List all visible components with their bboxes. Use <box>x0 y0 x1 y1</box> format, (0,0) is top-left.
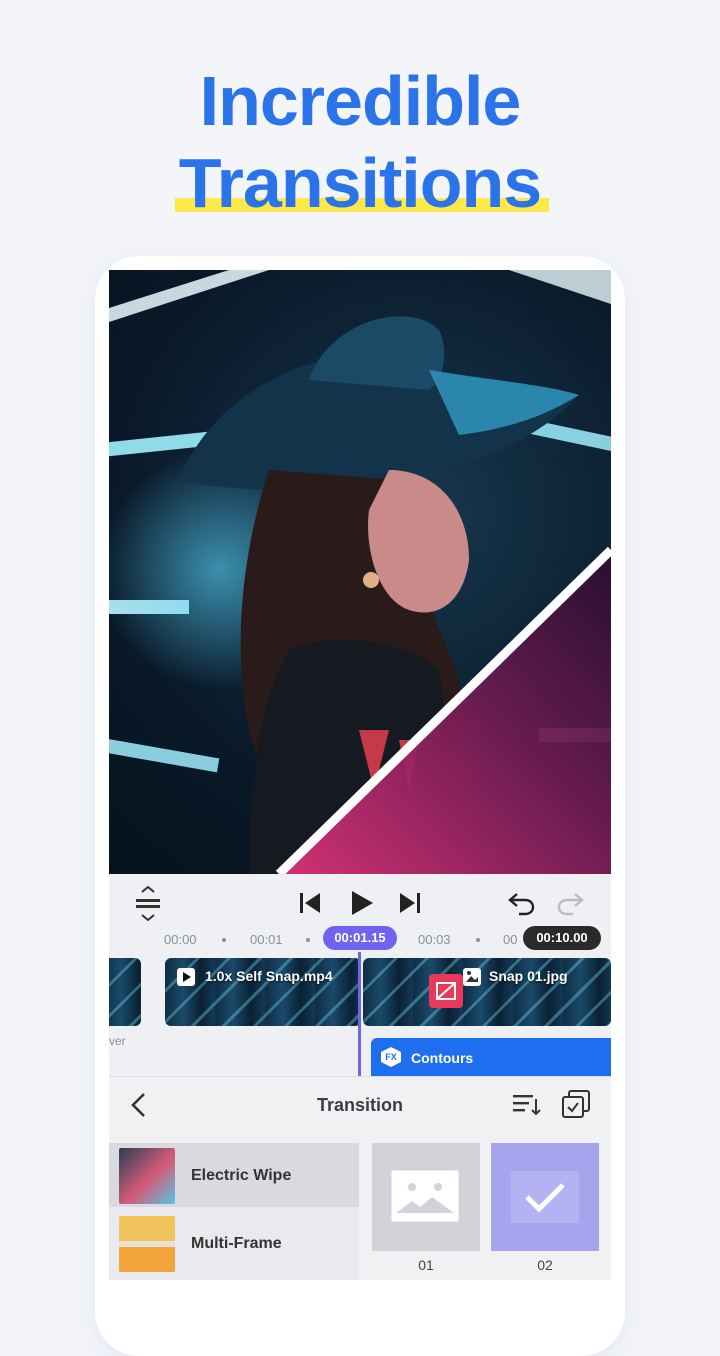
tick-label: 00:01 <box>250 932 283 947</box>
list-item-multi-frame[interactable]: Multi-Frame <box>109 1211 359 1275</box>
fx-badge-icon: FX <box>381 1047 401 1067</box>
transition-list: Electric Wipe Multi-Frame <box>109 1143 359 1280</box>
fx-track-contours[interactable]: FX Contours <box>371 1038 611 1076</box>
play-icon[interactable] <box>345 886 379 920</box>
redo-icon[interactable] <box>555 888 587 918</box>
headline-line2-wrap: Transitions <box>174 142 550 224</box>
track-label: ver <box>109 1034 126 1048</box>
total-time-badge: 00:10.00 <box>523 926 601 950</box>
list-item-electric-wipe[interactable]: Electric Wipe <box>109 1143 359 1207</box>
tick-label: 00:03 <box>418 932 451 947</box>
preview-artwork <box>109 270 611 874</box>
playhead[interactable] <box>358 952 361 1076</box>
app-screen: 00:00 00:01 00:01.15 00:03 00 00:10.00 1… <box>109 270 611 1280</box>
transition-panel: Transition Electric Wipe Multi-Frame 01 … <box>109 1076 611 1280</box>
clip-self-snap[interactable]: 1.0x Self Snap.mp4 <box>165 958 361 1026</box>
clip-snap-01[interactable]: Snap 01.jpg <box>363 958 611 1026</box>
list-item-label: Electric Wipe <box>191 1167 292 1184</box>
tick-label: 00:00 <box>164 932 197 947</box>
tick-dot <box>476 938 480 942</box>
video-preview[interactable] <box>109 270 611 874</box>
split-icon[interactable] <box>133 886 163 922</box>
multi-frame-thumbnail <box>119 1216 175 1272</box>
playback-controls <box>109 874 611 934</box>
apply-all-icon[interactable] <box>561 1089 593 1121</box>
option-caption: 01 <box>418 1257 434 1273</box>
clip-label: 1.0x Self Snap.mp4 <box>205 968 333 984</box>
transition-marker-icon[interactable] <box>429 974 463 1008</box>
clip-previous[interactable] <box>109 958 141 1026</box>
undo-icon[interactable] <box>505 888 537 918</box>
transition-option-01[interactable] <box>372 1143 480 1251</box>
tick-label: 00 <box>503 932 518 947</box>
headline-line1: Incredible <box>199 62 522 140</box>
headline-line2: Transitions <box>178 144 542 222</box>
fx-label: Contours <box>411 1050 474 1066</box>
video-clip-icon <box>177 968 195 986</box>
current-time-badge: 00:01.15 <box>323 926 397 950</box>
tick-dot <box>222 938 226 942</box>
skip-forward-icon[interactable] <box>395 888 425 918</box>
list-item-label: Multi-Frame <box>191 1235 282 1252</box>
image-placeholder-icon <box>391 1170 459 1222</box>
clip-label: Snap 01.jpg <box>489 968 568 984</box>
tick-dot <box>306 938 310 942</box>
image-clip-icon <box>463 968 481 986</box>
electric-wipe-thumbnail <box>119 1148 175 1204</box>
skip-back-icon[interactable] <box>295 888 325 918</box>
checkmark-icon <box>525 1183 565 1213</box>
headline: Incredible Transitions <box>0 60 720 224</box>
panel-header: Transition <box>109 1077 611 1133</box>
option-caption: 02 <box>537 1257 553 1273</box>
sort-icon[interactable] <box>511 1091 543 1119</box>
transition-option-02[interactable] <box>491 1143 599 1251</box>
